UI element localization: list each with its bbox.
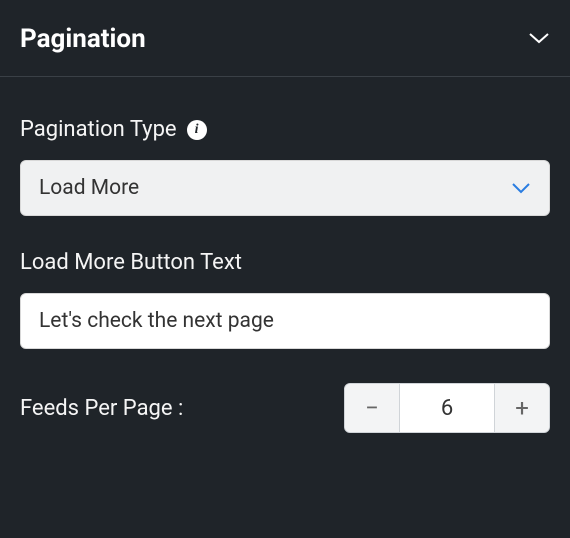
pagination-type-select[interactable]: Load More — [20, 160, 550, 216]
chevron-down-icon — [511, 179, 531, 198]
button-text-label: Load More Button Text — [20, 250, 242, 275]
feeds-per-page-label: Feeds Per Page : — [20, 396, 183, 421]
button-text-input[interactable] — [20, 293, 550, 349]
feeds-per-page-stepper: − 6 + — [344, 383, 550, 433]
panel-body: Pagination Type i Load More Load More Bu… — [0, 77, 570, 453]
field-label-row: Pagination Type i — [20, 117, 550, 142]
pagination-type-label: Pagination Type — [20, 117, 177, 142]
decrement-button[interactable]: − — [345, 384, 399, 432]
field-label-row: Load More Button Text — [20, 250, 550, 275]
pagination-type-field: Pagination Type i Load More — [20, 117, 550, 216]
info-icon[interactable]: i — [187, 120, 207, 140]
button-text-field: Load More Button Text — [20, 250, 550, 349]
panel-header[interactable]: Pagination — [0, 0, 570, 77]
feeds-per-page-value: 6 — [399, 384, 495, 432]
pagination-type-value: Load More — [39, 176, 139, 200]
feeds-per-page-field: Feeds Per Page : − 6 + — [20, 383, 550, 433]
panel-title: Pagination — [20, 24, 146, 54]
increment-button[interactable]: + — [495, 384, 549, 432]
chevron-down-icon — [528, 30, 550, 49]
